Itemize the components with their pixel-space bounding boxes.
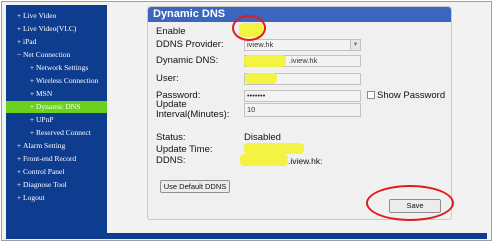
sidebar-item-label: Wireless Connection: [36, 76, 99, 85]
sidebar-item-reserved-connect[interactable]: + Reserved Connect: [6, 127, 107, 139]
user-label: User:: [156, 73, 179, 84]
plus-icon: +: [29, 115, 35, 124]
plus-icon: +: [29, 63, 35, 72]
chevron-down-icon: ▼: [350, 40, 360, 50]
plus-icon: +: [16, 193, 22, 202]
sidebar-item-upnp[interactable]: + UPnP: [6, 114, 107, 126]
sidebar-item-control-panel[interactable]: + Control Panel: [6, 166, 107, 178]
sidebar-item-label: UPnP: [36, 115, 54, 124]
sidebar-item-label: Control Panel: [23, 167, 65, 176]
show-password-label: Show Password: [377, 90, 446, 101]
show-password-checkbox[interactable]: [367, 91, 375, 99]
sidebar-item-label: MSN: [36, 89, 53, 98]
sidebar-item-network-settings[interactable]: + Network Settings: [6, 62, 107, 74]
password-input[interactable]: •••••••: [244, 90, 361, 102]
sidebar-item-label: Live Video: [23, 11, 57, 20]
status-value: Disabled: [244, 132, 281, 143]
sidebar-item-live-video[interactable]: + Live Video: [6, 10, 107, 22]
panel-title: Dynamic DNS: [153, 8, 226, 20]
update-interval-label-line2: Interval(Minutes):: [156, 109, 230, 120]
annotation-circle-save: [366, 185, 454, 221]
ddns-value: .iview.hk:: [288, 156, 323, 166]
plus-icon: +: [29, 128, 35, 137]
plus-icon: +: [16, 11, 22, 20]
plus-icon: +: [16, 154, 22, 163]
update-interval-input[interactable]: 10: [244, 103, 361, 117]
redacted-update-time: [244, 143, 304, 154]
redacted-ddns: [240, 154, 288, 166]
sidebar-item-wireless-connection[interactable]: + Wireless Connection: [6, 75, 107, 87]
plus-icon: +: [16, 167, 22, 176]
sidebar-item-diagnose-tool[interactable]: + Diagnose Tool: [6, 179, 107, 191]
sidebar-item-label: Net Connection: [23, 50, 71, 59]
sidebar-item-label: Reserved Connect: [36, 128, 91, 137]
ddns-provider-label: DDNS Provider:: [156, 39, 224, 50]
ddns-provider-value: iview.hk: [247, 40, 274, 49]
sidebar-item-label: Alarm Setting: [23, 141, 66, 150]
password-value: •••••••: [247, 91, 266, 100]
sidebar-item-label: Dynamic DNS: [36, 102, 81, 111]
panel-header: Dynamic DNS: [148, 7, 451, 22]
plus-icon: +: [29, 89, 35, 98]
sidebar-item-label: Live Video(VLC): [23, 24, 77, 33]
annotation-circle-enable: [232, 15, 266, 41]
ddns-provider-select[interactable]: iview.hk ▼: [244, 39, 361, 51]
sidebar-item-label: Logout: [23, 193, 45, 202]
plus-icon: +: [29, 102, 35, 111]
plus-icon: +: [16, 141, 22, 150]
sidebar-item-ipad[interactable]: + iPad: [6, 36, 107, 48]
redacted-user: [245, 73, 277, 84]
dynamic-dns-label: Dynamic DNS:: [156, 55, 219, 66]
enable-label: Enable: [156, 26, 186, 37]
sidebar-nav: + Live Video + Live Video(VLC) + iPad − Net …: [6, 5, 107, 239]
use-default-ddns-button[interactable]: Use Default DDNS: [160, 180, 230, 193]
status-label: Status:: [156, 132, 186, 143]
sidebar-item-front-end-record[interactable]: + Front-end Record: [6, 153, 107, 165]
bottom-bar: [107, 233, 487, 239]
sidebar-item-alarm-setting[interactable]: + Alarm Setting: [6, 140, 107, 152]
sidebar-item-label: iPad: [23, 37, 37, 46]
plus-icon: +: [16, 37, 22, 46]
redacted-hostname: [244, 55, 286, 67]
minus-icon: −: [16, 50, 22, 59]
sidebar-item-label: Network Settings: [36, 63, 89, 72]
plus-icon: +: [16, 24, 22, 33]
ddns-label: DDNS:: [156, 155, 186, 166]
sidebar-item-live-video-vlc[interactable]: + Live Video(VLC): [6, 23, 107, 35]
sidebar-item-net-connection[interactable]: − Net Connection: [6, 49, 107, 61]
dynamic-dns-value: .iview.hk: [289, 56, 318, 65]
plus-icon: +: [29, 76, 35, 85]
update-interval-value: 10: [247, 105, 256, 114]
plus-icon: +: [16, 180, 22, 189]
sidebar-item-logout[interactable]: + Logout: [6, 192, 107, 204]
update-time-label: Update Time:: [156, 144, 213, 155]
sidebar-item-label: Front-end Record: [23, 154, 77, 163]
sidebar-item-label: Diagnose Tool: [23, 180, 67, 189]
sidebar-item-msn[interactable]: + MSN: [6, 88, 107, 100]
sidebar-item-dynamic-dns[interactable]: + Dynamic DNS: [6, 101, 107, 113]
